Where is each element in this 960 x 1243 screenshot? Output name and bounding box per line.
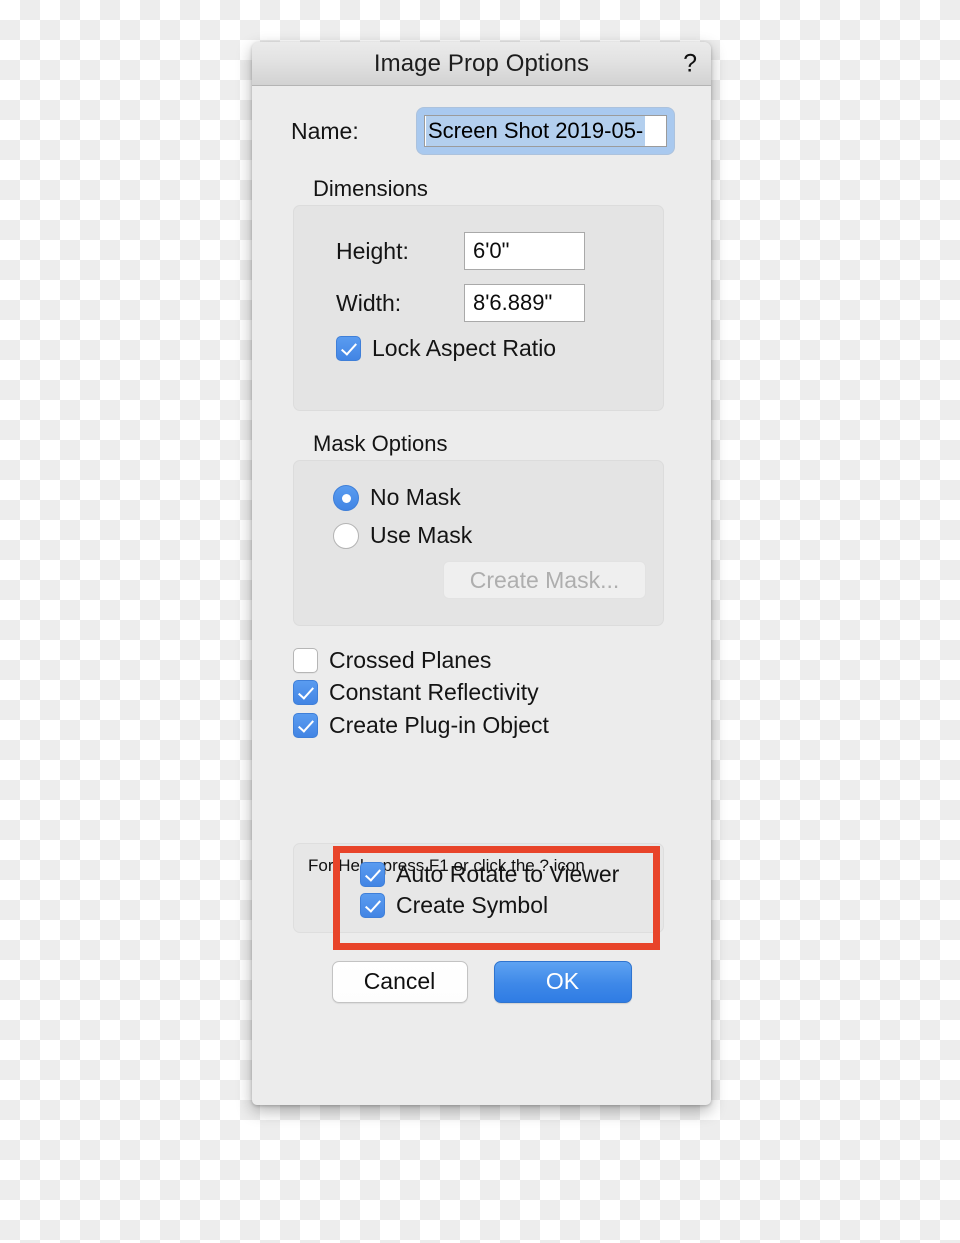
- name-label: Name:: [291, 117, 359, 144]
- crossed-planes-checkbox[interactable]: Crossed Planes: [293, 647, 711, 674]
- name-input[interactable]: Screen Shot 2019-05-: [424, 115, 667, 147]
- height-row: Height: 6'0": [294, 232, 663, 270]
- dimensions-group-title: Dimensions: [313, 176, 428, 201]
- mask-options-group-title: Mask Options: [313, 431, 448, 456]
- ok-button[interactable]: OK: [493, 960, 632, 1003]
- dialog-body: Name: Screen Shot 2019-05- Dimensions He…: [252, 108, 711, 1003]
- options-list: Crossed Planes Constant Reflectivity Cre…: [252, 647, 711, 738]
- auto-rotate-to-viewer-label: Auto Rotate to Viewer: [396, 861, 620, 887]
- checkbox-checked-icon: [360, 862, 385, 888]
- dimensions-group: Height: 6'0" Width: 8'6.889" Lock Aspect…: [293, 205, 664, 411]
- name-input-value: Screen Shot 2019-05-: [426, 116, 646, 146]
- dialog-footer: Cancel OK: [252, 960, 711, 1003]
- radio-use-mask[interactable]: Use Mask: [294, 523, 663, 549]
- question-mark-icon[interactable]: ?: [683, 51, 697, 76]
- width-input[interactable]: 8'6.889": [464, 284, 585, 322]
- radio-unselected-icon: [333, 523, 359, 549]
- width-label: Width:: [336, 289, 402, 316]
- dialog-title: Image Prop Options: [373, 49, 590, 77]
- constant-reflectivity-label: Constant Reflectivity: [329, 679, 539, 706]
- annotation-highlight-box: Auto Rotate to Viewer Create Symbol: [333, 846, 660, 950]
- radio-selected-icon: [333, 485, 359, 511]
- create-plugin-object-checkbox[interactable]: Create Plug-in Object: [293, 711, 711, 738]
- checkbox-unchecked-icon: [293, 648, 318, 674]
- create-plugin-object-label: Create Plug-in Object: [329, 711, 549, 738]
- lock-aspect-ratio-label: Lock Aspect Ratio: [372, 335, 557, 361]
- height-input[interactable]: 6'0": [464, 232, 585, 270]
- checkbox-checked-icon: [360, 893, 385, 919]
- radio-no-mask[interactable]: No Mask: [294, 485, 663, 511]
- name-row: Name: Screen Shot 2019-05-: [252, 108, 711, 154]
- create-mask-button: Create Mask...: [443, 561, 646, 599]
- checkbox-checked-icon: [293, 680, 318, 706]
- crossed-planes-label: Crossed Planes: [329, 647, 492, 673]
- create-symbol-label: Create Symbol: [396, 892, 549, 919]
- cancel-button[interactable]: Cancel: [331, 960, 468, 1003]
- name-input-focus-ring: Screen Shot 2019-05-: [417, 108, 674, 154]
- no-mask-label: No Mask: [370, 484, 461, 511]
- constant-reflectivity-checkbox[interactable]: Constant Reflectivity: [293, 679, 711, 706]
- auto-rotate-to-viewer-checkbox[interactable]: Auto Rotate to Viewer: [360, 861, 653, 888]
- checkbox-checked-icon: [336, 336, 361, 362]
- mask-options-group: No Mask Use Mask Create Mask...: [293, 460, 664, 626]
- height-label: Height:: [336, 237, 409, 264]
- dialog-titlebar: Image Prop Options ?: [252, 42, 711, 86]
- width-row: Width: 8'6.889": [294, 284, 663, 322]
- checkbox-checked-icon: [293, 712, 318, 738]
- create-symbol-checkbox[interactable]: Create Symbol: [360, 892, 653, 919]
- image-prop-options-dialog: Image Prop Options ? Name: Screen Shot 2…: [252, 42, 711, 1105]
- lock-aspect-ratio-checkbox[interactable]: Lock Aspect Ratio: [294, 335, 663, 362]
- use-mask-label: Use Mask: [370, 522, 473, 549]
